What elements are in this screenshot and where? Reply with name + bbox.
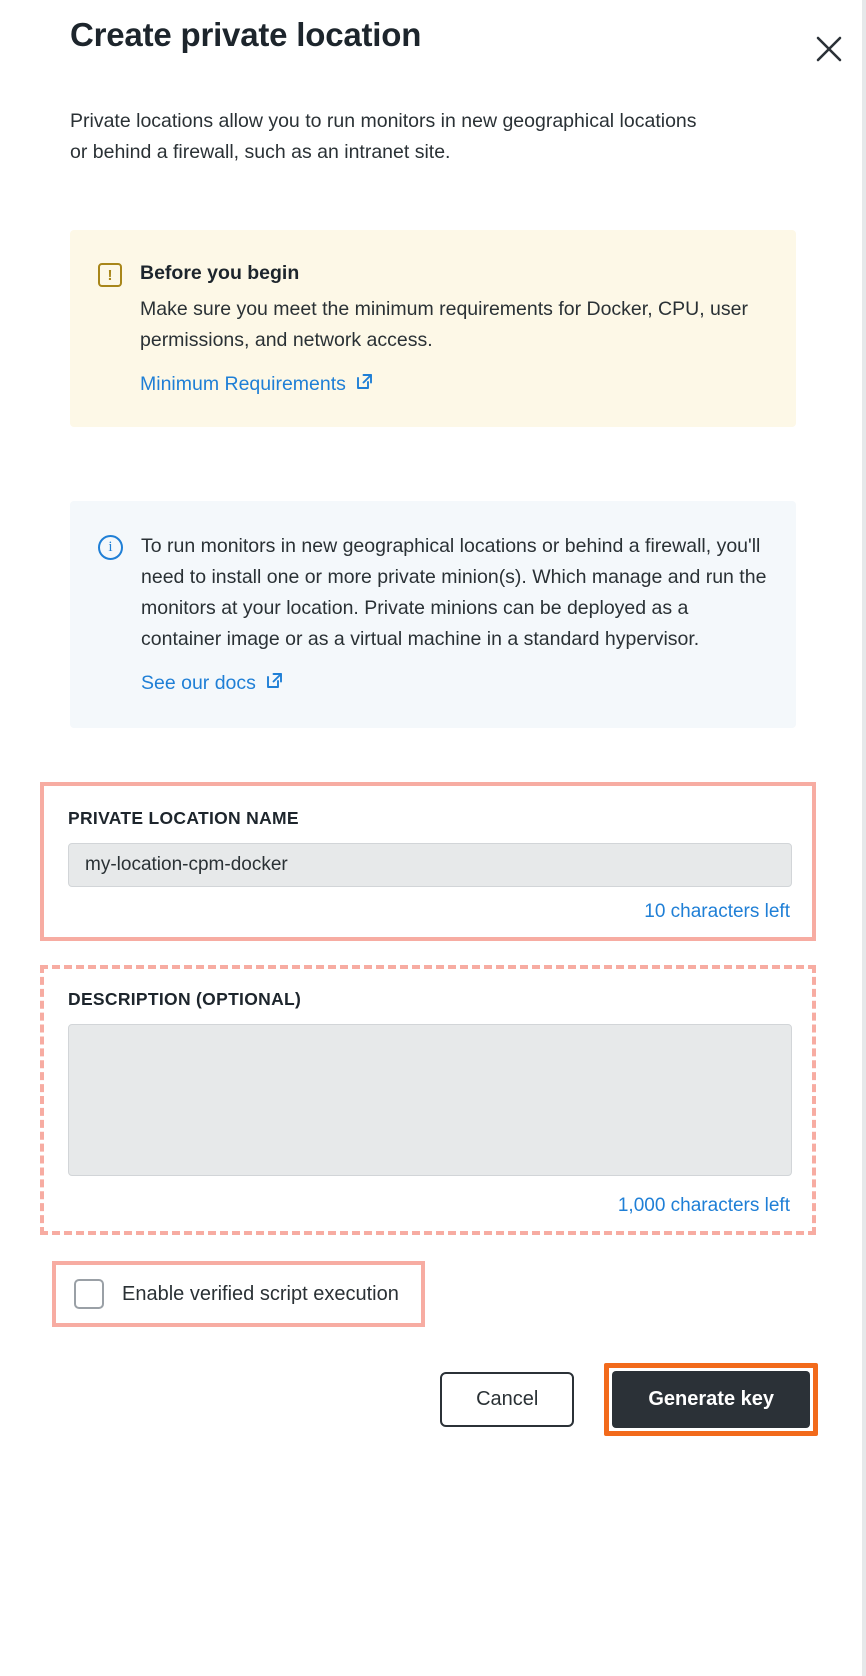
close-button[interactable]: [812, 32, 846, 66]
info-callout-body: To run monitors in new geographical loca…: [141, 531, 770, 696]
info-callout-text: To run monitors in new geographical loca…: [141, 535, 767, 651]
description-label: DESCRIPTION (OPTIONAL): [68, 989, 302, 1010]
modal-footer: Cancel Generate key: [0, 1363, 818, 1437]
generate-key-button[interactable]: Generate key: [612, 1371, 810, 1429]
generate-key-highlight: Generate key: [604, 1363, 818, 1437]
verified-script-execution-checkbox[interactable]: [74, 1279, 104, 1310]
description-highlight: DESCRIPTION (OPTIONAL) 1,000 characters …: [40, 965, 816, 1236]
see-our-docs-link-label: See our docs: [141, 672, 256, 695]
cancel-button[interactable]: Cancel: [440, 1372, 575, 1428]
warning-callout-body: Before you begin Make sure you meet the …: [140, 260, 770, 397]
page-title: Create private location: [70, 16, 422, 53]
before-you-begin-callout: ! Before you begin Make sure you meet th…: [70, 230, 796, 428]
external-link-icon: [265, 671, 284, 696]
minimum-requirements-link[interactable]: Minimum Requirements: [140, 372, 374, 397]
modal-header: Create private location: [0, 0, 866, 66]
private-location-name-label: PRIVATE LOCATION NAME: [68, 808, 299, 829]
private-minion-info-callout: i To run monitors in new geographical lo…: [70, 501, 796, 729]
verified-script-execution-highlight[interactable]: Enable verified script execution: [52, 1261, 425, 1328]
close-icon: [812, 36, 846, 69]
description-textarea[interactable]: [68, 1024, 792, 1177]
private-location-name-input[interactable]: [68, 843, 792, 888]
create-private-location-modal: Create private location Private location…: [0, 0, 866, 1676]
warning-callout-title: Before you begin: [140, 262, 300, 284]
private-location-name-highlight: PRIVATE LOCATION NAME 10 characters left: [40, 782, 816, 942]
see-our-docs-link[interactable]: See our docs: [141, 671, 284, 696]
private-location-name-counter: 10 characters left: [644, 901, 790, 923]
external-link-icon: [355, 372, 374, 397]
info-circle-icon: i: [98, 535, 123, 561]
modal-description: Private locations allow you to run monit…: [70, 110, 697, 163]
warning-exclamation-icon: !: [98, 263, 122, 287]
verified-script-execution-label: Enable verified script execution: [122, 1282, 399, 1305]
warning-callout-text: Make sure you meet the minimum requireme…: [140, 298, 748, 352]
description-counter: 1,000 characters left: [617, 1195, 790, 1217]
minimum-requirements-link-label: Minimum Requirements: [140, 373, 346, 396]
